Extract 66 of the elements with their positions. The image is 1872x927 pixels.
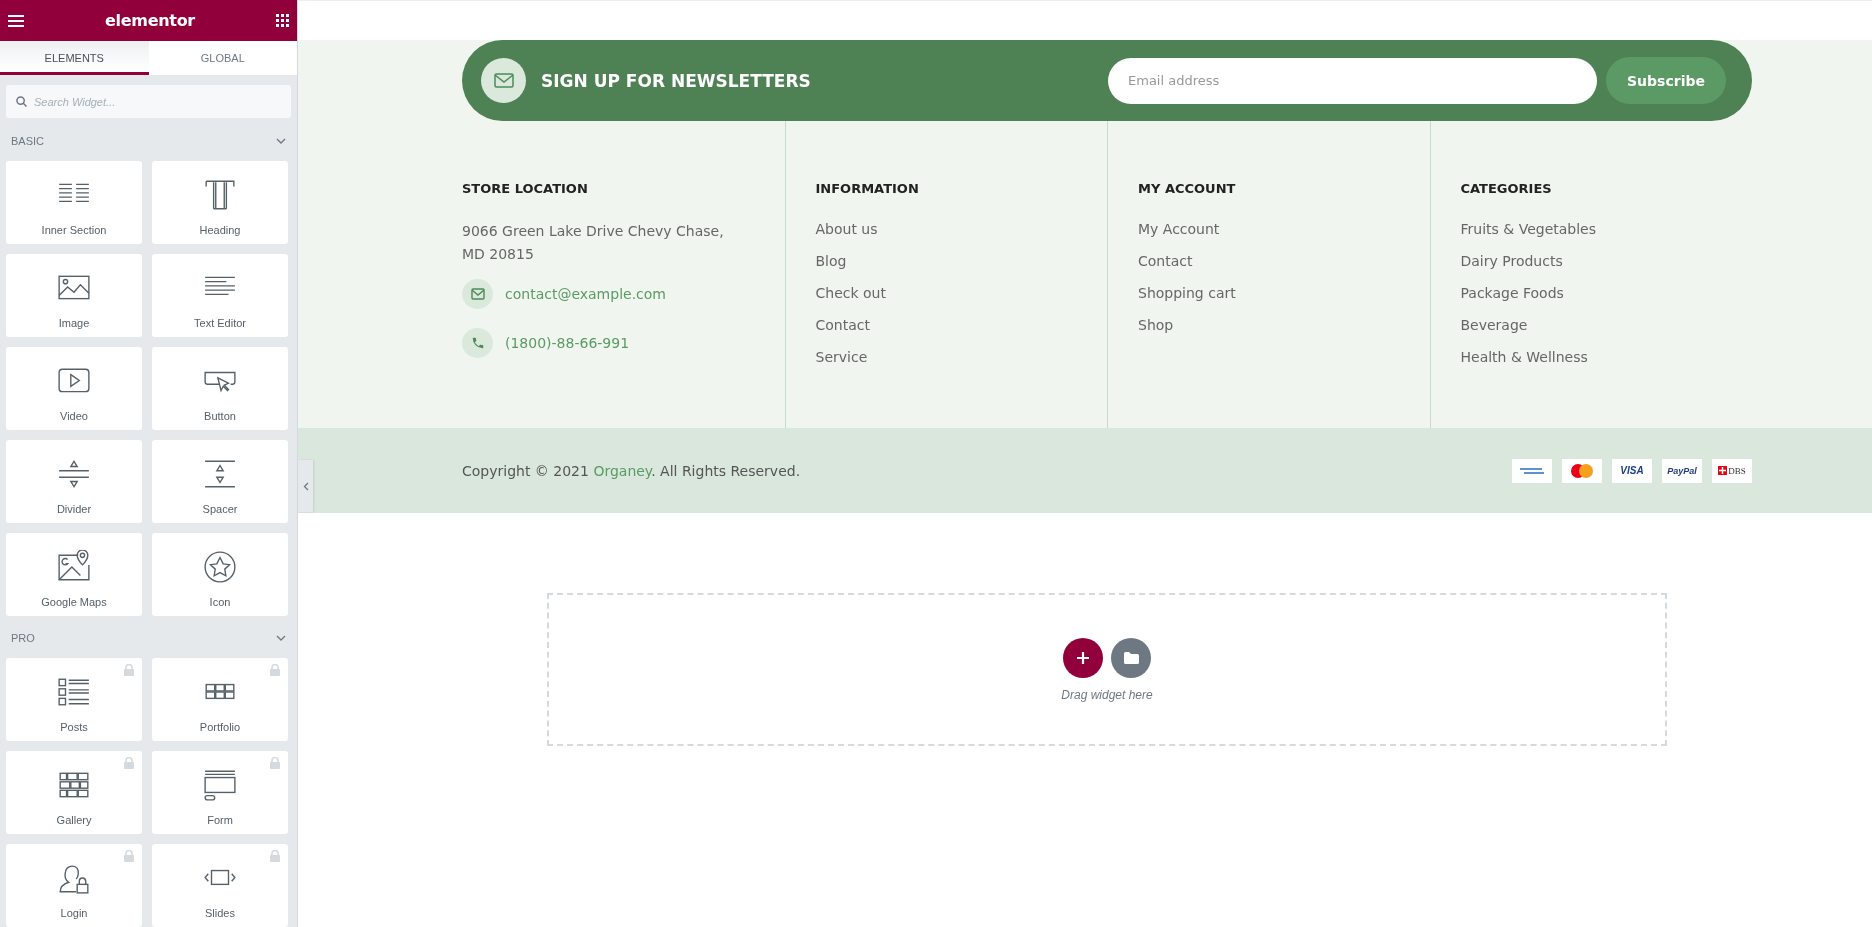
footer-link[interactable]: Beverage [1460, 316, 1528, 335]
footer-link[interactable]: Contact [815, 316, 870, 335]
footer-link[interactable]: Fruits & Vegetables [1460, 220, 1596, 239]
widget-card[interactable]: Button [152, 346, 288, 430]
footer-link[interactable]: Shopping cart [1138, 284, 1236, 303]
category-header[interactable]: BASIC [0, 130, 297, 152]
footer-link[interactable]: Package Foods [1460, 284, 1564, 303]
footer-link[interactable]: My Account [1138, 220, 1220, 239]
category-header[interactable]: PRO [0, 627, 297, 649]
mastercard-icon [1562, 458, 1602, 483]
footer-link[interactable]: Check out [815, 284, 886, 303]
footer-link[interactable]: Health & Wellness [1460, 348, 1588, 367]
widget-card[interactable]: Inner Section [6, 160, 142, 244]
mail-icon [481, 58, 526, 103]
column-heading: INFORMATION [815, 181, 919, 196]
widget-card[interactable]: Portfolio [152, 658, 288, 741]
widget-card[interactable]: Text Editor [152, 253, 288, 337]
widget-card[interactable]: Login [6, 844, 142, 927]
column-heading: MY ACCOUNT [1138, 181, 1236, 196]
widget-icon [203, 177, 237, 212]
email-field[interactable]: Email address [1108, 57, 1597, 104]
widget-card[interactable]: Video [6, 346, 142, 430]
search-field[interactable]: Search Widget... [6, 85, 291, 118]
visa-card: VISA [1612, 458, 1652, 483]
template-button[interactable] [1111, 637, 1151, 678]
footer-link[interactable]: Contact [1138, 252, 1193, 271]
column-heading: CATEGORIES [1460, 181, 1552, 196]
widget-card[interactable]: Image [6, 253, 142, 337]
cross-icon [1718, 466, 1728, 475]
plus-icon [1076, 650, 1090, 665]
widget-card[interactable]: Slides [152, 844, 288, 927]
copyright-text: Copyright © 2021 Organey. All Rights Reserved. [462, 462, 801, 479]
mail-icon [462, 279, 493, 309]
footer-link[interactable]: Blog [815, 252, 847, 271]
footer-link[interactable]: About us [815, 220, 878, 239]
subscribe-button[interactable]: Subscribe [1606, 57, 1726, 104]
menu-icon[interactable] [8, 14, 24, 27]
bank-name: DBS [1728, 465, 1746, 476]
widget-card[interactable]: Heading [152, 160, 288, 244]
phone-icon [462, 328, 493, 358]
footer-link[interactable]: Dairy Products [1460, 252, 1563, 271]
widget-card[interactable]: Form [152, 751, 288, 834]
email-link[interactable]: contact@example.com [505, 286, 666, 302]
panel-tab[interactable]: ELEMENTS [0, 41, 149, 75]
store-address: 9066 Green Lake Drive Chevy Chase, MD 20815 [462, 222, 725, 264]
folder-icon [1123, 651, 1139, 664]
drop-hint: Drag widget here [1061, 687, 1153, 702]
add-section-button[interactable] [1063, 637, 1103, 678]
column-heading: STORE LOCATION [462, 181, 588, 196]
collapse-handle[interactable] [298, 460, 313, 512]
widget-card[interactable]: Divider [6, 439, 142, 523]
widget-card[interactable]: Posts [6, 658, 142, 741]
paypal-card: PayPal [1662, 458, 1702, 483]
widget-icon [203, 549, 237, 584]
amex-card-icon [1512, 458, 1552, 483]
brand-logo: elementor [105, 11, 195, 30]
widget-card[interactable]: Icon [152, 532, 288, 616]
widget-card[interactable]: Gallery [6, 751, 142, 834]
phone-link[interactable]: (1800)-88-66-991 [505, 335, 630, 351]
widget-icon [203, 768, 237, 802]
apps-grid-icon[interactable] [276, 14, 289, 27]
widget-card[interactable]: Spacer [152, 439, 288, 523]
footer-link[interactable]: Service [815, 348, 868, 367]
newsletter-title: SIGN UP FOR NEWSLETTERS [541, 70, 812, 91]
footer-link[interactable]: Shop [1138, 316, 1174, 335]
widget-card[interactable]: Google Maps [6, 532, 142, 616]
